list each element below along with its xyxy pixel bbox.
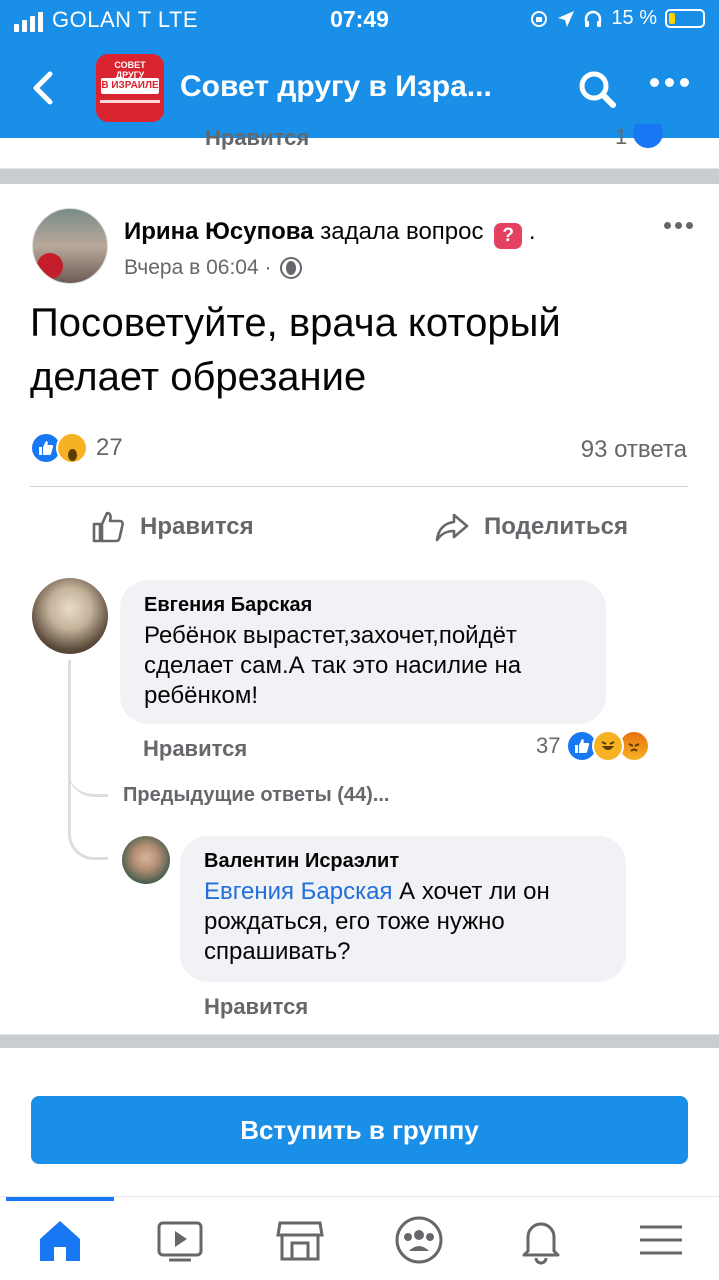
- group-title[interactable]: Совет другу в Изра...: [180, 70, 492, 104]
- actions-separator: [30, 486, 688, 487]
- previous-post-like-label: Нравится: [205, 130, 310, 150]
- post-action: задала вопрос: [320, 218, 484, 245]
- group-header: СОВЕТ ДРУГУ В ИЗРАИЛЕ Совет другу в Изра…: [0, 40, 719, 138]
- reply-text: Евгения Барская А хочет ли он рождаться,…: [204, 878, 550, 965]
- comment-reactions[interactable]: 37: [536, 730, 651, 762]
- home-icon[interactable]: [35, 1215, 85, 1265]
- reply-like-button[interactable]: Нравится: [204, 994, 308, 1020]
- post-reactions[interactable]: 27: [30, 432, 123, 464]
- reply-mention[interactable]: Евгения Барская: [204, 878, 392, 905]
- orientation-lock-icon: [531, 10, 548, 27]
- post-divider: [0, 168, 719, 184]
- comment-like-button[interactable]: Нравится: [143, 736, 247, 762]
- share-arrow-icon: [435, 513, 469, 542]
- search-icon[interactable]: [576, 68, 618, 110]
- thread-line: [68, 700, 108, 797]
- comment-author[interactable]: Евгения Барская: [144, 594, 582, 617]
- battery-icon: [665, 9, 705, 28]
- menu-icon[interactable]: [636, 1215, 686, 1265]
- like-button[interactable]: Нравится: [90, 504, 254, 550]
- commenter-avatar[interactable]: [32, 578, 108, 654]
- like-reaction-icon: [633, 124, 664, 148]
- haha-reaction-icon: [592, 730, 625, 762]
- author-avatar[interactable]: [32, 208, 108, 284]
- headphones-icon: [585, 10, 602, 27]
- location-icon: [558, 10, 575, 27]
- thumbs-up-icon: [92, 511, 124, 543]
- bottom-navigation: [0, 1196, 719, 1280]
- active-tab-indicator: [6, 1197, 114, 1201]
- answers-count[interactable]: 93 ответа: [581, 436, 687, 464]
- comment-bubble: Евгения Барская Ребёнок вырастет,захочет…: [120, 580, 606, 724]
- post-more-icon[interactable]: [664, 222, 693, 229]
- reply-bubble: Валентин Исраэлит Евгения Барская А хоче…: [180, 836, 626, 982]
- post-author-name[interactable]: Ирина Юсупова: [124, 218, 314, 245]
- back-arrow-icon[interactable]: [28, 68, 58, 108]
- share-button[interactable]: Поделиться: [434, 504, 628, 550]
- groups-icon[interactable]: [394, 1215, 444, 1265]
- post-author-line: Ирина Юсупова задала вопрос ? .: [124, 218, 536, 249]
- question-badge-icon: ?: [494, 223, 523, 249]
- section-divider: [0, 1034, 719, 1048]
- globe-icon: [279, 257, 302, 279]
- comment-reaction-count: 37: [536, 733, 561, 758]
- reaction-count: 27: [96, 434, 123, 461]
- join-group-button[interactable]: Вступить в группу: [31, 1096, 688, 1164]
- notifications-icon[interactable]: [516, 1215, 566, 1265]
- marketplace-icon[interactable]: [275, 1215, 325, 1265]
- replier-avatar[interactable]: [122, 836, 170, 884]
- group-logo[interactable]: СОВЕТ ДРУГУ В ИЗРАИЛЕ: [96, 54, 164, 122]
- post-text: Посоветуйте, врача который делает обреза…: [30, 301, 561, 399]
- status-icons: 15 %: [529, 7, 705, 30]
- status-bar: GOLAN T LTE 07:49 15 %: [0, 0, 719, 40]
- more-options-icon[interactable]: [650, 78, 689, 87]
- video-icon[interactable]: [155, 1215, 205, 1265]
- comment-text: Ребёнок вырастет,захочет,пойдёт сделает …: [144, 622, 522, 709]
- reply-author[interactable]: Валентин Исраэлит: [204, 850, 602, 873]
- battery-percent: 15 %: [611, 7, 657, 29]
- previous-replies-link[interactable]: Предыдущие ответы (44)...: [123, 784, 389, 807]
- wow-reaction-icon: [56, 432, 88, 464]
- previous-post-reaction: 1: [615, 124, 664, 150]
- top-bar: GOLAN T LTE 07:49 15 % СОВЕТ ДРУГУ В ИЗР…: [0, 0, 719, 138]
- post-timestamp[interactable]: Вчера в 06:04 ·: [124, 256, 302, 280]
